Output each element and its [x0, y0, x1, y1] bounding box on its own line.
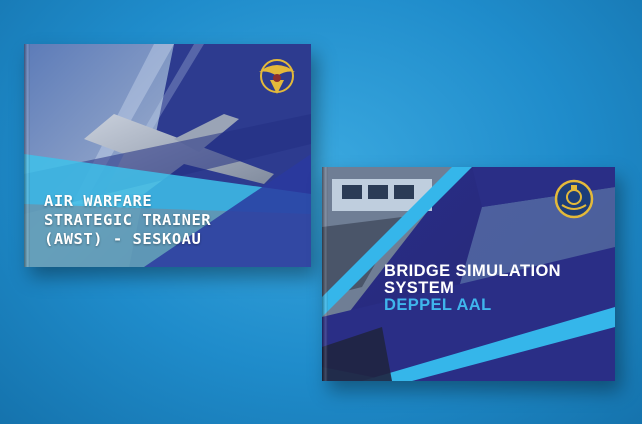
book-spine — [24, 44, 30, 267]
book-bridge-simulation: BRIDGE SIMULATION SYSTEM DEPPEL AAL — [322, 167, 615, 381]
book-title: BRIDGE SIMULATION SYSTEM DEPPEL AAL — [384, 263, 561, 314]
book-title: AIR WARFARE STRATEGIC TRAINER (AWST) - S… — [44, 192, 211, 249]
book-subtitle: DEPPEL AAL — [384, 296, 492, 314]
title-line: (AWST) - SESKOAU — [44, 230, 202, 248]
title-line: BRIDGE SIMULATION — [384, 262, 561, 280]
title-line: AIR WARFARE — [44, 192, 153, 210]
gold-navy-emblem-icon — [554, 179, 594, 219]
title-line: STRATEGIC TRAINER — [44, 211, 212, 229]
title-line: SYSTEM — [384, 279, 455, 297]
gold-wings-emblem-icon — [259, 59, 295, 94]
book-air-warfare: AIR WARFARE STRATEGIC TRAINER (AWST) - S… — [24, 44, 311, 267]
book-spine — [322, 167, 328, 381]
